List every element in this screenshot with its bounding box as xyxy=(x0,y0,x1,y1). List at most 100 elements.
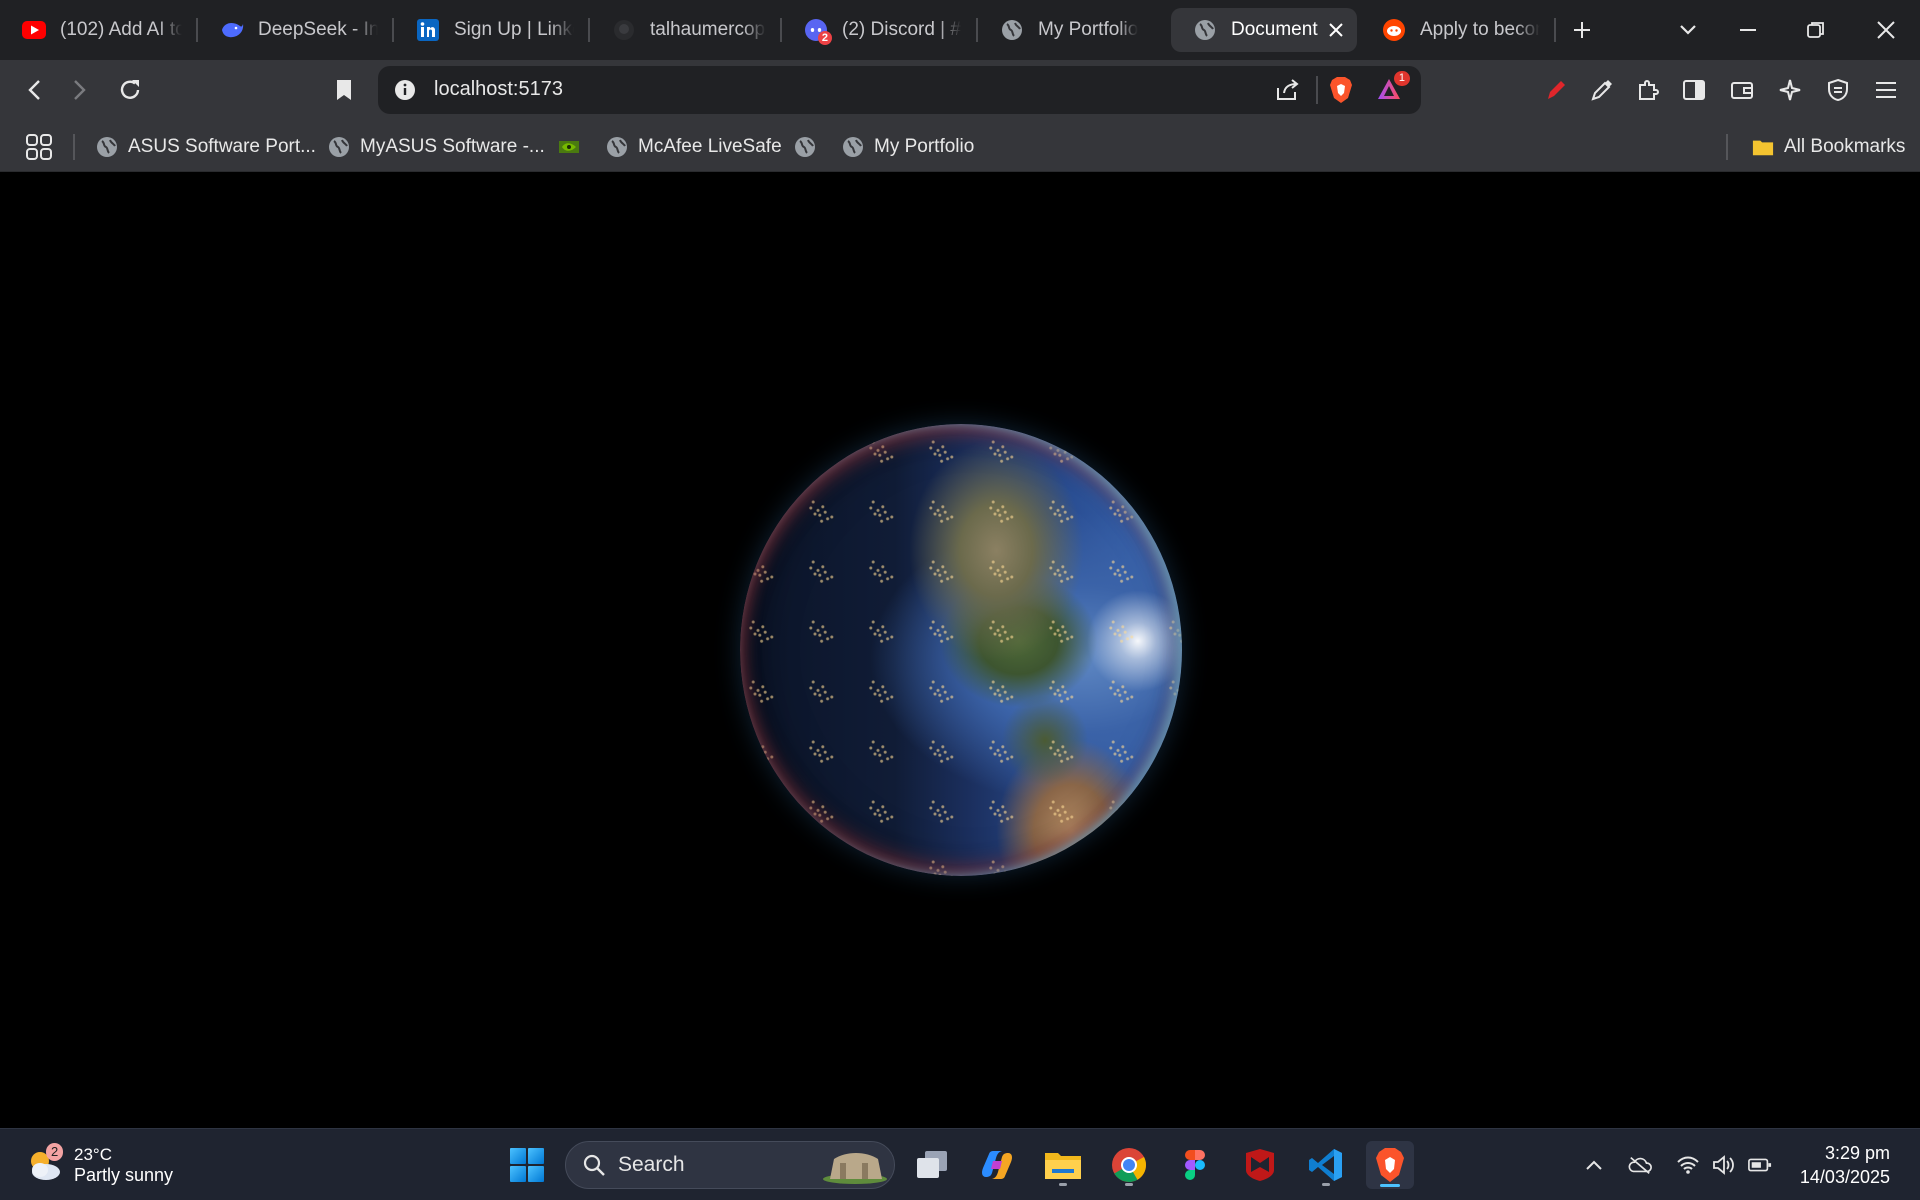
pen-extension-icon[interactable] xyxy=(1538,72,1574,108)
tab-reddit[interactable]: Apply to becom xyxy=(1360,8,1554,52)
site-info-icon[interactable] xyxy=(394,79,416,106)
reddit-icon xyxy=(1382,18,1406,42)
task-view-button[interactable] xyxy=(908,1141,956,1189)
divider xyxy=(1316,76,1318,104)
windows-taskbar: 2 23°C Partly sunny Search 3:29 pm 14/03… xyxy=(0,1128,1920,1200)
tab-my-portfolio[interactable]: My Portfolio xyxy=(978,8,1168,52)
earth-globe[interactable] xyxy=(740,424,1182,876)
close-tab-icon[interactable] xyxy=(1329,17,1343,43)
minimize-button[interactable] xyxy=(1718,0,1778,60)
close-window-button[interactable] xyxy=(1856,0,1916,60)
figma-button[interactable] xyxy=(1171,1141,1219,1189)
url-text[interactable]: localhost:5173 xyxy=(434,78,563,101)
chrome-button[interactable] xyxy=(1105,1141,1153,1189)
menu-icon[interactable] xyxy=(1868,72,1904,108)
tab-linkedin[interactable]: Sign Up | Linked xyxy=(394,8,588,52)
running-indicator xyxy=(1059,1183,1067,1186)
search-icon xyxy=(583,1154,605,1176)
tab-title: talhaumercop/ xyxy=(650,19,766,40)
start-button[interactable] xyxy=(503,1141,551,1189)
clock-time: 3:29 pm xyxy=(1824,1143,1890,1163)
show-hidden-icons-button[interactable] xyxy=(1582,1153,1606,1177)
tab-title: (102) Add AI to xyxy=(60,19,182,40)
vscode-button[interactable] xyxy=(1302,1141,1350,1189)
tab-document[interactable]: Document xyxy=(1171,8,1357,52)
bookmark-asus-software-portal[interactable]: ASUS Software Port... xyxy=(96,132,316,162)
forward-button[interactable] xyxy=(62,72,98,108)
apps-grid-icon xyxy=(26,134,52,160)
vpn-icon[interactable] xyxy=(1820,72,1856,108)
bookmarks-bar: ASUS Software Port... MyASUS Software -.… xyxy=(0,120,1920,172)
brave-browser-button[interactable] xyxy=(1366,1141,1414,1189)
onedrive-icon[interactable] xyxy=(1628,1153,1652,1177)
globe-icon xyxy=(96,136,118,158)
copilot-icon xyxy=(982,1151,1012,1179)
back-button[interactable] xyxy=(16,72,52,108)
restore-button[interactable] xyxy=(1786,0,1846,60)
taskbar-search[interactable]: Search xyxy=(565,1141,895,1189)
minimize-icon xyxy=(1740,29,1756,31)
battery-icon[interactable] xyxy=(1748,1153,1772,1177)
wallet-icon[interactable] xyxy=(1724,72,1760,108)
reload-button[interactable] xyxy=(112,72,148,108)
address-bar[interactable]: localhost:5173 1 xyxy=(378,66,1421,114)
file-explorer-button[interactable] xyxy=(1039,1141,1087,1189)
running-indicator xyxy=(1322,1183,1330,1186)
share-icon[interactable] xyxy=(1275,78,1301,107)
bookmark-icon xyxy=(337,80,351,100)
brave-rewards-icon[interactable]: 1 xyxy=(1376,71,1410,107)
bookmark-my-portfolio[interactable]: My Portfolio xyxy=(842,132,974,162)
close-icon xyxy=(1877,21,1895,39)
tab-youtube[interactable]: (102) Add AI to xyxy=(0,8,196,52)
mcafee-icon xyxy=(1246,1149,1274,1181)
tab-deepseek[interactable]: DeepSeek - Into xyxy=(198,8,392,52)
running-indicator xyxy=(1125,1183,1133,1186)
bookmark-untitled[interactable] xyxy=(794,132,826,162)
task-view-icon xyxy=(917,1151,947,1178)
tab-discord[interactable]: 2 (2) Discord | #g xyxy=(782,8,976,52)
arrow-right-icon xyxy=(74,80,86,100)
atmosphere-rim xyxy=(740,424,1182,876)
apps-button[interactable] xyxy=(26,132,52,162)
github-icon xyxy=(612,18,636,42)
bookmark-mcafee-livesafe[interactable]: McAfee LiveSafe xyxy=(606,132,782,162)
bookmark-myasus-software[interactable]: MyASUS Software -... xyxy=(328,132,545,162)
clock-date: 14/03/2025 xyxy=(1799,1167,1890,1187)
restore-icon xyxy=(1807,22,1824,38)
tab-title: My Portfolio xyxy=(1038,19,1139,40)
tab-strip: (102) Add AI to DeepSeek - Into Sign Up … xyxy=(0,0,1920,60)
volume-icon[interactable] xyxy=(1712,1153,1736,1177)
globe-icon xyxy=(842,136,864,158)
bookmark-page-button[interactable] xyxy=(326,72,362,108)
all-bookmarks-label: All Bookmarks xyxy=(1784,136,1906,157)
all-bookmarks-button[interactable]: All Bookmarks xyxy=(1752,132,1905,162)
mcafee-button[interactable] xyxy=(1236,1141,1284,1189)
globe-icon xyxy=(1193,18,1217,42)
nvidia-icon xyxy=(558,136,580,158)
partly-sunny-icon: 2 xyxy=(24,1143,64,1185)
deepseek-icon xyxy=(220,18,244,42)
bookmark-label: McAfee LiveSafe xyxy=(638,136,782,157)
tab-title: Apply to becom xyxy=(1420,19,1540,40)
rewards-badge: 1 xyxy=(1393,71,1410,86)
linkedin-icon xyxy=(416,18,440,42)
bookmark-nvidia[interactable] xyxy=(558,132,590,162)
tab-github[interactable]: talhaumercop/ xyxy=(590,8,780,52)
new-tab-button[interactable] xyxy=(1552,0,1612,60)
sidebar-toggle-icon[interactable] xyxy=(1676,72,1712,108)
chevron-down-icon xyxy=(1680,25,1696,35)
tab-title: DeepSeek - Into xyxy=(258,19,378,40)
weather-widget[interactable]: 2 23°C Partly sunny xyxy=(24,1139,173,1191)
wifi-icon[interactable] xyxy=(1676,1153,1700,1177)
chrome-icon xyxy=(1112,1148,1146,1182)
copilot-button[interactable] xyxy=(973,1141,1021,1189)
active-indicator xyxy=(1380,1184,1400,1187)
tab-title: Sign Up | Linked xyxy=(454,19,574,40)
search-highlight-icon xyxy=(823,1153,887,1184)
tab-search-button[interactable] xyxy=(1658,0,1718,60)
brave-shields-icon[interactable] xyxy=(1328,76,1354,109)
color-picker-extension-icon[interactable] xyxy=(1584,72,1620,108)
leo-ai-icon[interactable] xyxy=(1772,72,1808,108)
extensions-icon[interactable] xyxy=(1630,72,1666,108)
system-clock[interactable]: 3:29 pm 14/03/2025 xyxy=(1800,1141,1890,1189)
